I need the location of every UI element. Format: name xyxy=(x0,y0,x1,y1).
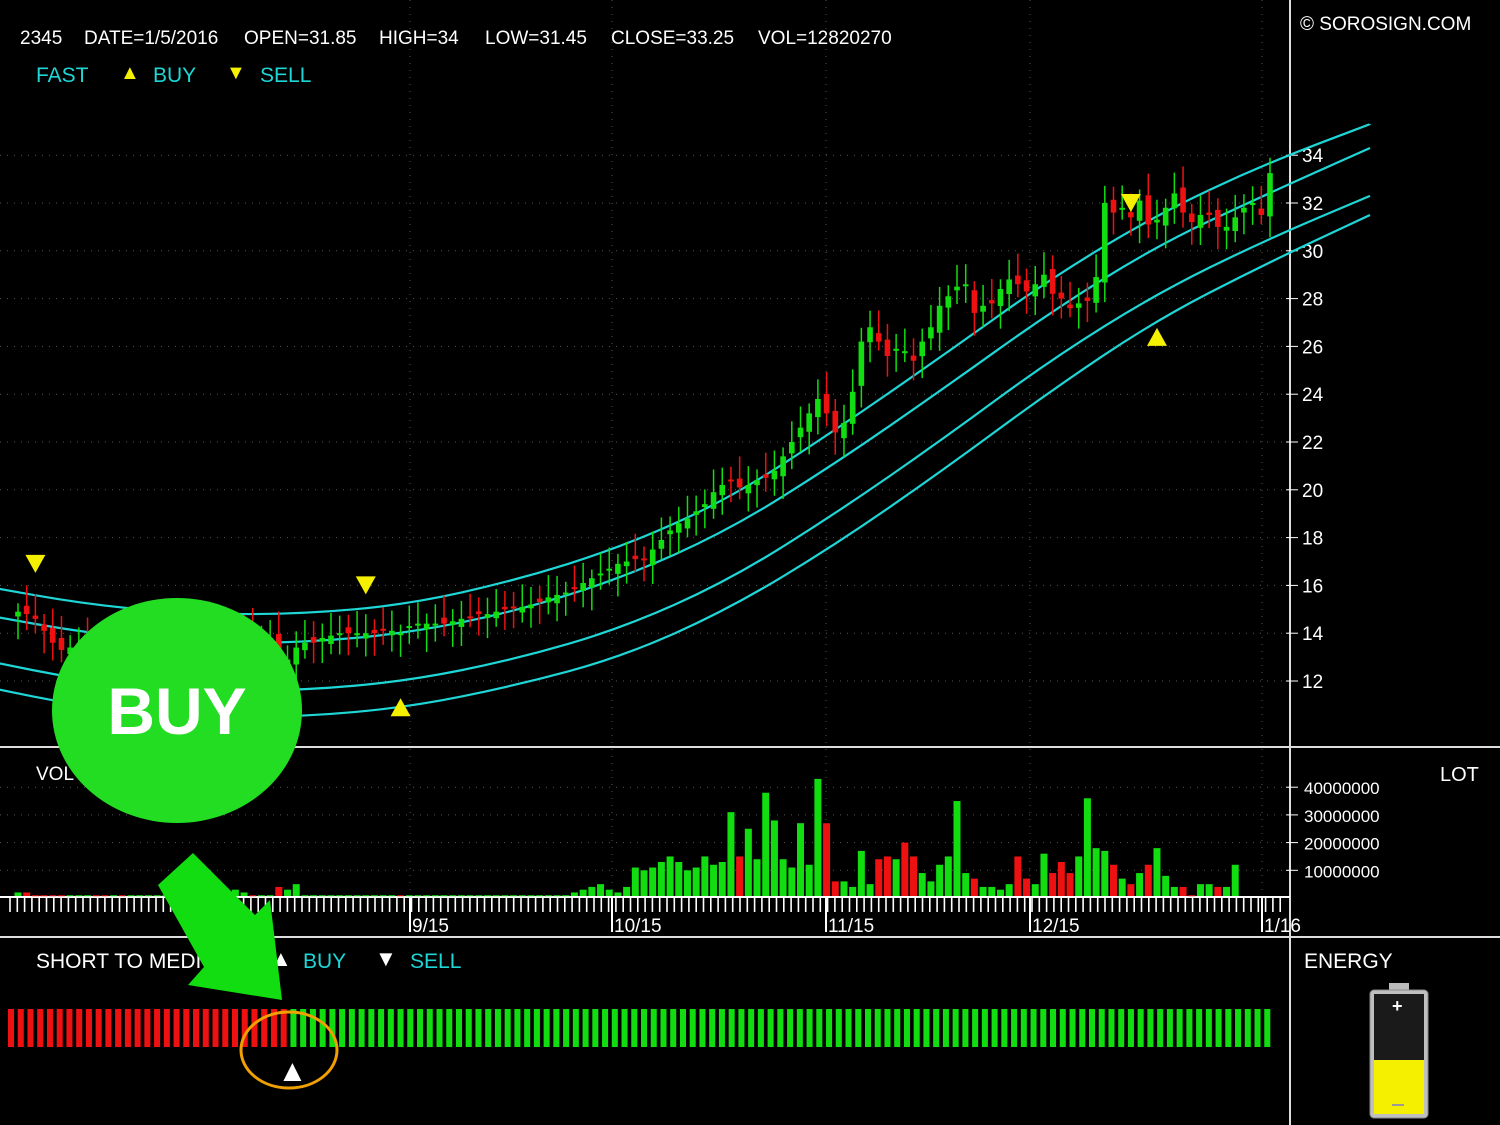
highlight-ellipse xyxy=(239,1010,339,1090)
arrow-pointer xyxy=(158,853,282,1000)
annotation-overlay xyxy=(158,853,339,1090)
